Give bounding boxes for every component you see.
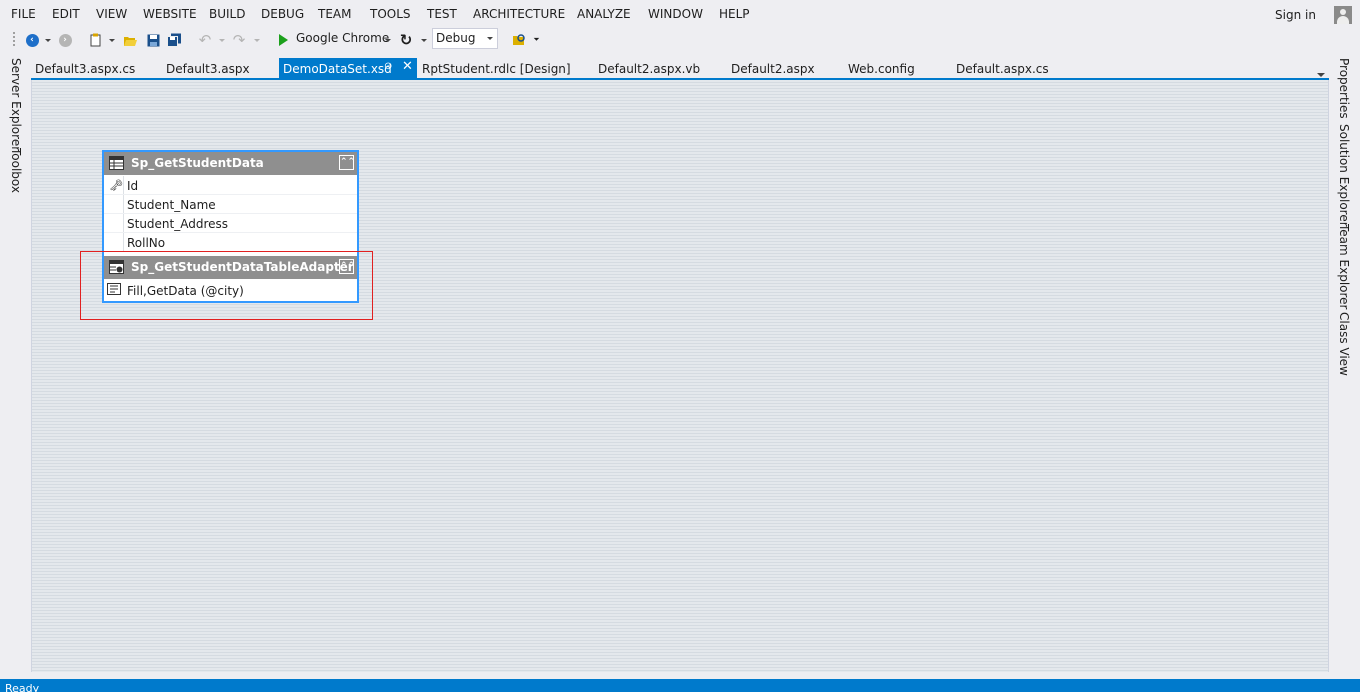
class-view-tab[interactable]: Class View	[1337, 312, 1351, 376]
refresh-browser-icon[interactable]: ↻	[398, 30, 414, 50]
collapse-icon[interactable]: ⌃⌃	[339, 155, 355, 170]
solution-configuration-select[interactable]: Debug	[432, 28, 498, 49]
menu-debug[interactable]: DEBUG	[261, 7, 304, 21]
menu-test[interactable]: TEST	[427, 7, 457, 21]
server-explorer-tab[interactable]: Server Explorer	[9, 58, 23, 151]
toolbox-tab[interactable]: Toolbox	[9, 148, 23, 193]
tab-default2-aspx-vb[interactable]: Default2.aspx.vb	[594, 58, 720, 78]
column-name: Student_Address	[127, 217, 229, 231]
menu-analyze[interactable]: ANALYZE	[577, 7, 631, 21]
column-name: Student_Name	[127, 198, 216, 212]
run-target-dropdown-icon[interactable]	[383, 30, 392, 50]
column-name: RollNo	[127, 236, 166, 250]
datatable-icon	[109, 156, 124, 170]
tab-default3-aspx[interactable]: Default3.aspx	[162, 58, 274, 78]
right-tool-strip: Properties Solution Explorer Team Explor…	[1329, 56, 1360, 678]
menu-tools[interactable]: TOOLS	[370, 7, 411, 21]
undo-icon[interactable]: ↶	[197, 30, 213, 50]
highlight-annotation	[80, 251, 373, 320]
new-project-icon[interactable]	[88, 30, 104, 50]
toolbar-overflow-icon[interactable]: ⏷	[532, 30, 541, 50]
datatable-name: Sp_GetStudentData	[131, 156, 264, 170]
find-in-files-icon[interactable]	[511, 30, 527, 50]
open-file-icon[interactable]	[122, 30, 138, 50]
avatar[interactable]	[1334, 6, 1352, 24]
tab-demodataset-xsd-label: DemoDataSet.xsd	[283, 62, 392, 76]
standard-toolbar: ‹ › ↶ ↷ Google Chrome ↻ ⏷	[0, 28, 1360, 52]
navigate-back-icon[interactable]: ‹	[24, 30, 40, 50]
column-name: Id	[127, 179, 139, 193]
solution-explorer-tab[interactable]: Solution Explorer	[1337, 124, 1351, 227]
menu-build[interactable]: BUILD	[209, 7, 245, 21]
tab-default2-aspx[interactable]: Default2.aspx	[727, 58, 837, 78]
status-text: Ready	[5, 682, 40, 692]
menu-window[interactable]: WINDOW	[648, 7, 703, 21]
redo-icon[interactable]: ↷	[231, 30, 247, 50]
menu-help[interactable]: HELP	[719, 7, 750, 21]
tab-rptstudent-rdlc-design[interactable]: RptStudent.rdlc [Design]	[418, 58, 588, 78]
left-tool-strip: Server Explorer Toolbox	[0, 56, 31, 678]
navigate-back-dropdown-icon[interactable]	[43, 30, 52, 50]
start-debugging-icon[interactable]	[276, 30, 290, 50]
menu-edit[interactable]: EDIT	[52, 7, 80, 21]
undo-dropdown-icon[interactable]	[217, 30, 226, 50]
refresh-dropdown-icon[interactable]	[419, 30, 428, 50]
primary-key-icon: 🗝	[109, 179, 123, 192]
menu-architecture[interactable]: ARCHITECTURE	[473, 7, 565, 21]
menu-view[interactable]: VIEW	[96, 7, 127, 21]
save-all-icon[interactable]	[166, 30, 182, 50]
menu-team[interactable]: TEAM	[318, 7, 351, 21]
column-row-student-address[interactable]: Student_Address	[104, 214, 357, 233]
column-row-student-name[interactable]: Student_Name	[104, 195, 357, 214]
tab-default3-aspx-cs[interactable]: Default3.aspx.cs	[31, 58, 159, 78]
team-explorer-tab[interactable]: Team Explorer	[1337, 224, 1351, 310]
new-project-dropdown-icon[interactable]	[107, 30, 116, 50]
navigate-forward-icon[interactable]: ›	[57, 30, 73, 50]
save-icon[interactable]	[145, 30, 161, 50]
column-row-id[interactable]: 🗝 Id	[104, 176, 357, 195]
properties-tab[interactable]: Properties	[1337, 58, 1351, 119]
toolbar-grip[interactable]	[12, 31, 16, 48]
close-tab-icon[interactable]: ✕	[402, 59, 413, 74]
tab-demodataset-xsd[interactable]: DemoDataSet.xsd ⊙ ✕	[279, 58, 417, 78]
solution-configuration-value: Debug	[436, 31, 476, 45]
tab-overflow-dropdown-icon[interactable]	[1317, 66, 1325, 80]
chevron-down-icon	[487, 37, 493, 40]
redo-dropdown-icon[interactable]	[252, 30, 261, 50]
sign-in-link[interactable]: Sign in	[1275, 8, 1316, 22]
datatable-header[interactable]: Sp_GetStudentData ⌃⌃	[104, 152, 357, 175]
pin-tab-icon[interactable]: ⊙	[384, 61, 392, 72]
menu-bar: FILE EDIT VIEW WEBSITE BUILD DEBUG TEAM …	[0, 0, 1360, 28]
tab-web-config[interactable]: Web.config	[844, 58, 944, 78]
status-bar: Ready	[0, 679, 1360, 692]
run-target-label[interactable]: Google Chrome	[296, 31, 389, 45]
column-row-rollno[interactable]: RollNo	[104, 233, 357, 252]
document-tab-well: Default3.aspx.cs Default3.aspx DemoDataS…	[31, 58, 1329, 80]
tab-default-aspx-cs[interactable]: Default.aspx.cs	[952, 58, 1074, 78]
menu-file[interactable]: FILE	[11, 7, 36, 21]
menu-website[interactable]: WEBSITE	[143, 7, 197, 21]
